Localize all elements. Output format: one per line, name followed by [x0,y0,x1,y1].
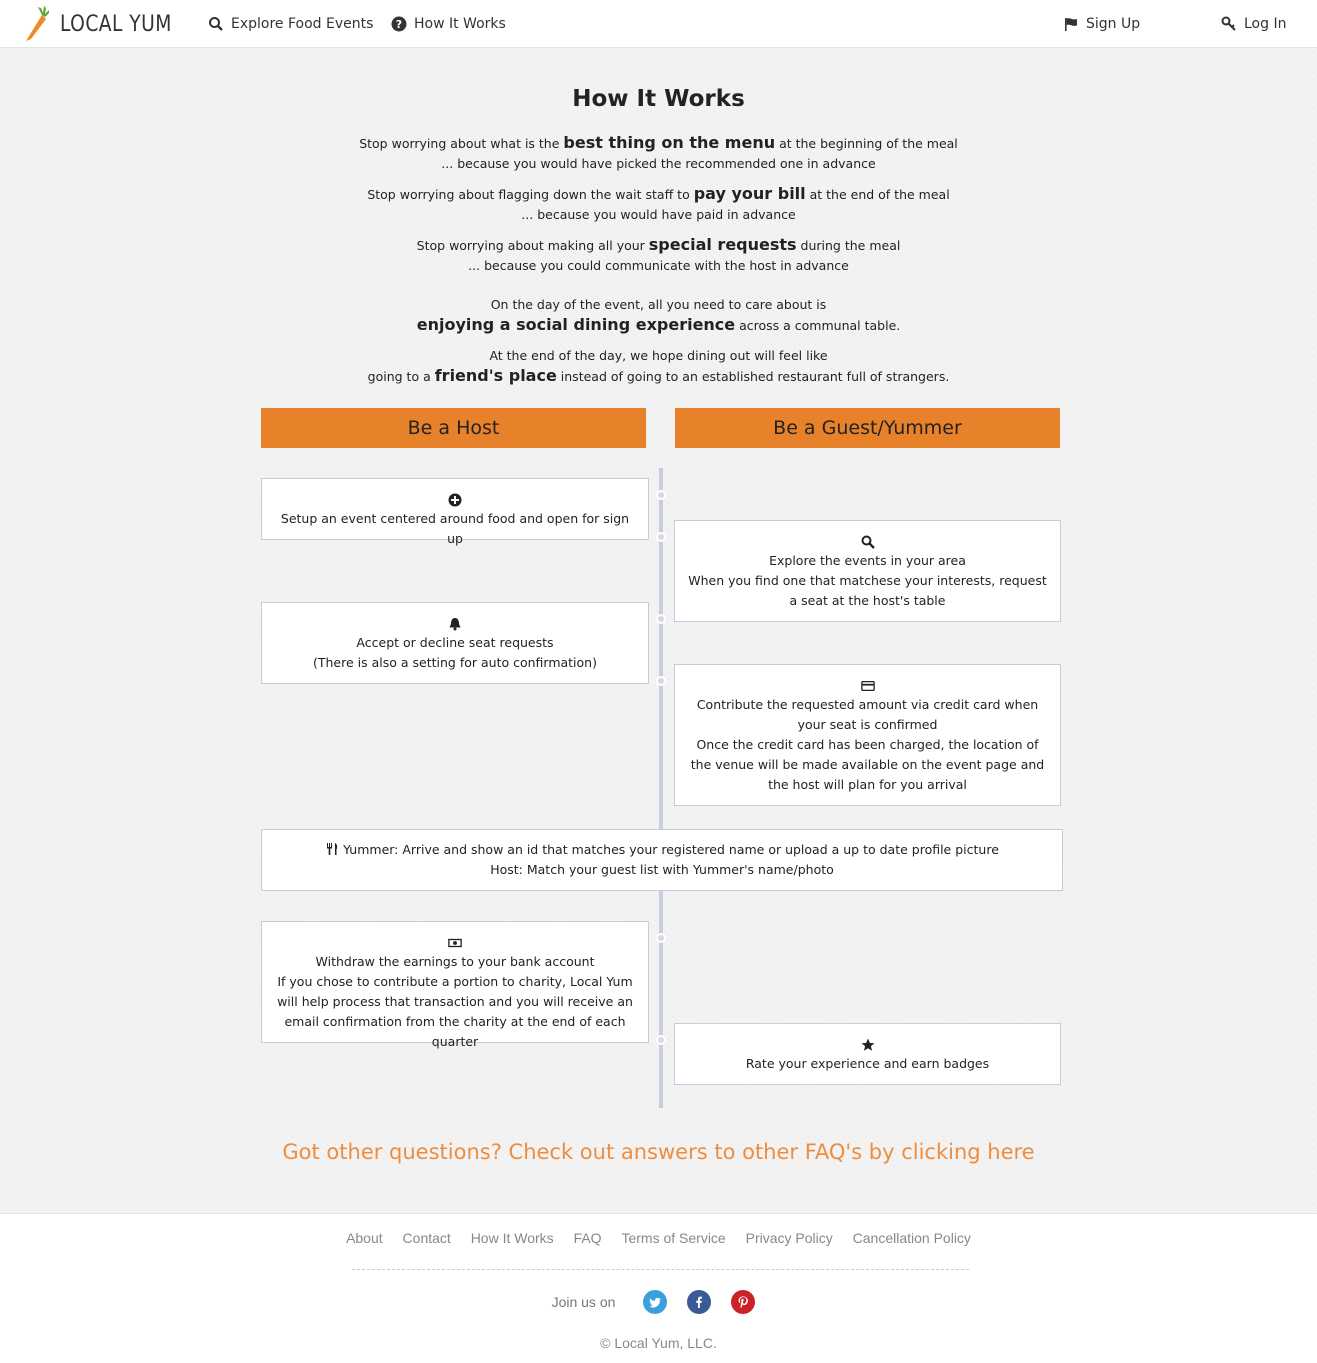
step-text: Explore the events in your area [769,553,966,568]
intro-emphasis: pay your bill [693,184,806,203]
step-text: Setup an event centered around food and … [280,511,630,546]
intro-end-of-day: At the end of the day, we hope dining ou… [0,346,1317,387]
facebook-icon[interactable] [687,1290,712,1314]
step-card-withdraw-earnings: Withdraw the earnings to your bank accou… [261,921,649,1049]
copyright: © Local Yum, LLC. [600,1335,717,1351]
intro-subtext: ... because you would have picked the re… [441,156,876,171]
intro-text: across a communal table. [735,318,901,333]
footer-link-cancellation[interactable]: Cancellation Policy [853,1230,971,1246]
step-text: Rate your experience and earn badges [745,1056,990,1071]
intro-menu: Stop worrying about what is the best thi… [0,133,1317,174]
svg-text:?: ? [396,18,402,31]
intro-text: On the day of the event, all you need to… [490,297,827,312]
social-links: Join us on [0,1290,1317,1314]
page-title: How It Works [572,86,745,112]
nav-log-in[interactable]: Log In [1221,14,1286,34]
step-card-contribute-payment: Contribute the requested amount via cred… [674,664,1061,806]
money-icon [276,932,634,952]
intro-emphasis: enjoying a social dining experience [416,315,736,334]
footer-link-about[interactable]: About [346,1230,383,1246]
intro-text: Stop worrying about making all your [416,238,649,253]
footer-link-contact[interactable]: Contact [403,1230,451,1246]
step-card-accept-requests: Accept or decline seat requests (There i… [261,602,649,684]
step-text: Withdraw the earnings to your bank accou… [315,954,595,969]
intro-text: going to a [367,369,435,384]
intro-requests: Stop worrying about making all your spec… [0,235,1317,276]
host-column-header: Be a Host [261,408,646,448]
top-navbar: LOCAL YUM Explore Food Events ? How It W… [0,0,1317,48]
step-text: Yummer: Arrive and show an id that match… [343,842,999,857]
guest-column-header: Be a Guest/Yummer [675,408,1060,448]
question-circle-icon: ? [391,16,407,32]
nav-signup-label: Sign Up [1086,16,1141,32]
timeline-dot [656,614,666,624]
twitter-icon[interactable] [643,1290,668,1314]
timeline-dot [656,1035,666,1045]
step-subtext: When you find one that matchese your int… [688,573,1047,608]
intro-text: At the end of the day, we hope dining ou… [489,348,828,363]
nav-how-label: How It Works [414,16,506,32]
footer-link-how-it-works[interactable]: How It Works [471,1230,554,1246]
step-subtext: Host: Match your guest list with Yummer'… [490,862,834,877]
credit-card-icon [687,675,1048,695]
step-card-rate-experience: Rate your experience and earn badges [674,1023,1061,1085]
timeline-line [659,468,663,830]
carrot-icon [26,6,49,41]
step-subtext: If you chose to contribute a portion to … [277,974,633,1049]
key-icon [1221,16,1236,31]
plus-circle-icon [274,489,636,509]
footer-links: About Contact How It Works FAQ Terms of … [0,1230,1317,1246]
nav-sign-up[interactable]: Sign Up [1063,14,1140,34]
cutlery-icon [325,842,339,857]
intro-day-of-event: On the day of the event, all you need to… [0,295,1317,336]
intro-text: instead of going to an established resta… [556,369,950,384]
step-card-explore-events: Explore the events in your area When you… [674,520,1061,622]
footer-link-faq[interactable]: FAQ [574,1230,602,1246]
intro-bill: Stop worrying about flagging down the wa… [0,184,1317,225]
intro-text: at the beginning of the meal [775,136,958,151]
footer-divider [352,1269,969,1270]
intro-emphasis: friend's place [434,366,557,385]
intro-text: at the end of the meal [805,187,950,202]
faq-link[interactable]: Got other questions? Check out answers t… [0,1140,1317,1164]
nav-login-label: Log In [1244,16,1287,32]
intro-text: Stop worrying about flagging down the wa… [367,187,694,202]
intro-text: during the meal [796,238,901,253]
timeline-dot [656,676,666,686]
nav-explore-label: Explore Food Events [231,16,374,32]
timeline-dot [656,490,666,500]
nav-how-it-works[interactable]: ? How It Works [391,14,506,34]
step-text: Accept or decline seat requests [356,635,554,650]
footer: About Contact How It Works FAQ Terms of … [0,1213,1317,1363]
flag-icon [1065,18,1077,31]
intro-text: Stop worrying about what is the [359,136,564,151]
search-icon [209,17,223,31]
footer-link-terms[interactable]: Terms of Service [621,1230,725,1246]
intro-emphasis: best thing on the menu [563,133,776,152]
footer-link-privacy[interactable]: Privacy Policy [746,1230,833,1246]
join-label: Join us on [551,1294,616,1310]
step-subtext: (There is also a setting for auto confir… [313,655,597,670]
intro-emphasis: special requests [648,235,797,254]
step-card-setup-event: Setup an event centered around food and … [261,478,649,546]
search-icon [687,531,1048,551]
step-subtext: Once the credit card has been charged, t… [690,737,1045,792]
brand-name: LOCAL YUM [60,11,172,37]
bell-icon [274,613,636,633]
timeline-dot [656,532,666,542]
brand-logo[interactable]: LOCAL YUM [22,5,191,43]
nav-explore-food-events[interactable]: Explore Food Events [208,14,373,34]
pinterest-icon[interactable] [731,1290,756,1314]
star-icon [687,1034,1048,1054]
intro-subtext: ... because you would have paid in advan… [521,207,796,222]
timeline-dot [656,933,666,943]
step-text: Contribute the requested amount via cred… [696,697,1039,732]
step-card-arrive: Yummer: Arrive and show an id that match… [261,829,1063,891]
timeline-line [659,890,663,1108]
intro-subtext: ... because you could communicate with t… [468,258,849,273]
